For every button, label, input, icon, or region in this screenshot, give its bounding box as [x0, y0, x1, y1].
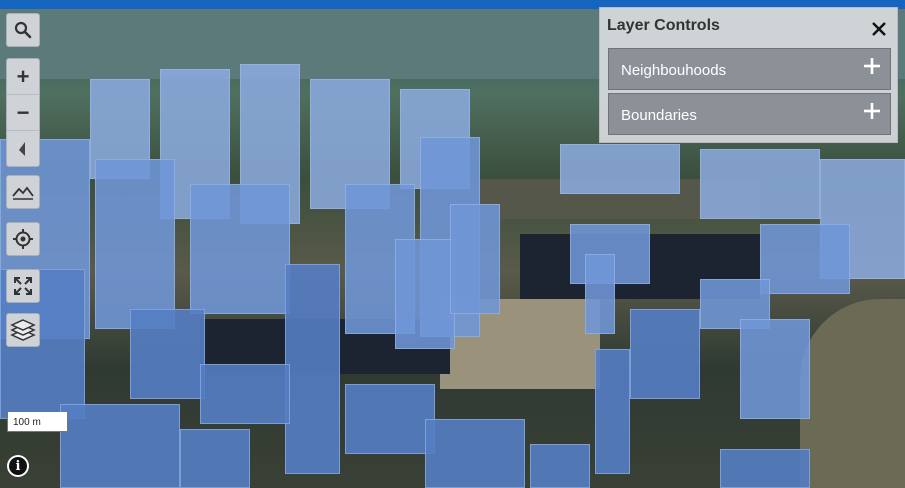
building [190, 184, 290, 314]
building [200, 364, 290, 424]
building [130, 309, 205, 399]
layers-icon [10, 319, 36, 341]
search-button[interactable] [6, 13, 40, 47]
zoom-in-button[interactable]: + [7, 59, 39, 95]
building [95, 159, 175, 329]
info-button[interactable]: i [7, 455, 29, 477]
building [345, 384, 435, 454]
building [760, 224, 850, 294]
locate-button[interactable] [6, 222, 40, 256]
building [585, 254, 615, 334]
search-icon [14, 21, 32, 39]
building [740, 319, 810, 419]
building [425, 419, 525, 488]
fullscreen-icon [14, 277, 32, 295]
accordion-neighbourhoods[interactable]: Neighbouhoods [608, 48, 891, 90]
building [180, 429, 250, 488]
terrain-icon [12, 186, 34, 200]
plus-icon [864, 58, 880, 74]
zoom-in-icon: + [16, 63, 30, 89]
info-icon: i [9, 457, 27, 475]
compass-button[interactable] [7, 131, 39, 166]
riverbank [800, 299, 905, 488]
zoom-out-icon: − [16, 99, 30, 125]
plus-icon [864, 103, 880, 119]
close-icon[interactable] [870, 20, 888, 38]
building [530, 444, 590, 488]
navigation-controls: + − [6, 58, 40, 167]
scale-bar: 100 m [7, 412, 68, 432]
accordion-boundaries[interactable]: Boundaries [608, 93, 891, 135]
panel-title: Layer Controls [607, 17, 720, 34]
building [450, 204, 500, 314]
building [720, 449, 810, 488]
fullscreen-button[interactable] [6, 269, 40, 303]
building [560, 144, 680, 194]
layer-controls-panel: Layer Controls Neighbouhoods Boundaries [599, 7, 898, 143]
accordion-label: Neighbouhoods [621, 62, 727, 79]
accordion-label: Boundaries [621, 107, 697, 124]
building [595, 349, 630, 474]
layers-button[interactable] [6, 313, 40, 347]
terrain-button[interactable] [6, 175, 40, 209]
building [395, 239, 455, 349]
building [285, 264, 340, 474]
zoom-out-button[interactable]: − [7, 95, 39, 131]
building [630, 309, 700, 399]
building [700, 149, 820, 219]
scale-label: 100 m [13, 417, 41, 428]
compass-icon [19, 141, 25, 156]
building [60, 404, 180, 488]
locate-icon [13, 229, 33, 249]
